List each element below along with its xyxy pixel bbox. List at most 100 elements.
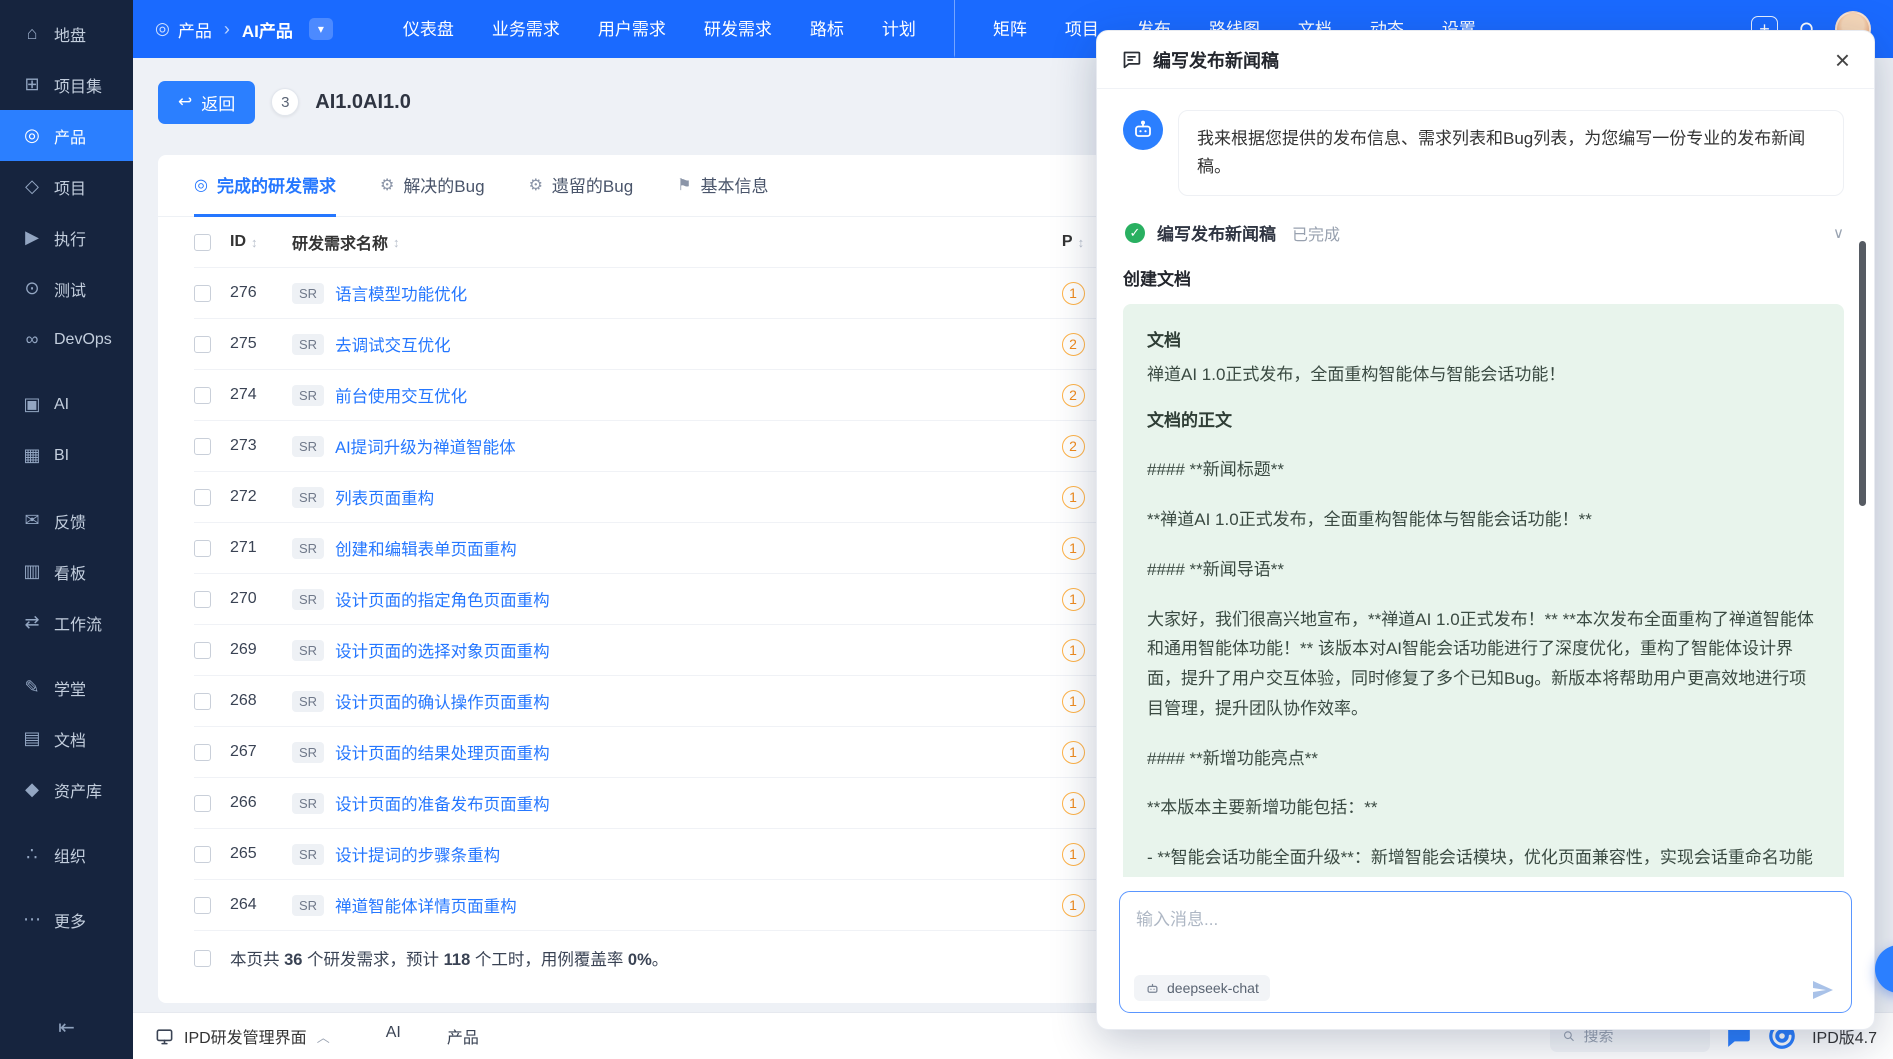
close-icon[interactable]: × — [1835, 47, 1850, 73]
sidebar-item[interactable]: ◆ 资产库 — [0, 764, 133, 815]
sidebar-item[interactable]: ∞ DevOps — [0, 314, 133, 365]
top-nav-item[interactable]: 业务需求 — [492, 0, 560, 58]
summary-checkbox[interactable] — [194, 949, 211, 967]
story-link[interactable]: 设计页面的指定角色页面重构 — [335, 587, 550, 611]
sidebar-item[interactable]: ∴ 组织 — [0, 829, 133, 880]
sidebar-item[interactable]: ⋯ 更多 — [0, 894, 133, 945]
sidebar-item[interactable]: ▤ 文档 — [0, 713, 133, 764]
row-checkbox[interactable] — [194, 641, 211, 659]
sidebar-item[interactable]: ⇄ 工作流 — [0, 597, 133, 648]
bug-icon: ⚙ — [379, 176, 395, 194]
sidebar-item-label: BI — [54, 446, 70, 464]
row-id: 276 — [230, 284, 257, 301]
story-type-badge: SR — [292, 588, 325, 610]
story-type-badge: SR — [292, 435, 325, 457]
row-checkbox[interactable] — [194, 539, 211, 557]
top-nav-item[interactable]: 项目 — [1065, 0, 1099, 58]
top-nav-item[interactable]: 用户需求 — [598, 0, 666, 58]
sidebar-item[interactable]: ▣ AI — [0, 379, 133, 430]
sort-icon[interactable]: ↕ — [251, 235, 258, 250]
chevron-down-icon[interactable]: ∨ — [1833, 224, 1844, 242]
app-switcher[interactable]: IPD研发管理界面 ︿ — [155, 1024, 330, 1048]
row-checkbox[interactable] — [194, 590, 211, 608]
sidebar-item[interactable]: ▥ 看板 — [0, 546, 133, 597]
row-checkbox[interactable] — [194, 386, 211, 404]
story-link[interactable]: 设计提词的步骤条重构 — [335, 842, 500, 866]
top-nav-item[interactable]: 仪表盘 — [403, 0, 454, 58]
back-button[interactable]: ↩ 返回 — [158, 80, 256, 124]
sidebar-item[interactable]: ▶ 执行 — [0, 212, 133, 263]
task-status-row[interactable]: ✓ 编写发布新闻稿 已完成 ∨ — [1123, 220, 1844, 245]
panel-scrollbar[interactable] — [1859, 241, 1866, 506]
story-link[interactable]: 设计页面的结果处理页面重构 — [335, 740, 550, 764]
row-checkbox[interactable] — [194, 335, 211, 353]
row-checkbox[interactable] — [194, 896, 211, 914]
row-checkbox[interactable] — [194, 845, 211, 863]
story-link[interactable]: 禅道智能体详情页面重构 — [335, 893, 517, 917]
story-link[interactable]: AI提词升级为禅道智能体 — [335, 434, 516, 458]
top-nav-item[interactable]: 路标 — [810, 0, 844, 58]
story-type-badge: SR — [292, 282, 325, 304]
more-icon: ⋯ — [23, 909, 41, 929]
row-checkbox[interactable] — [194, 692, 211, 710]
breadcrumb-root[interactable]: 产品 — [178, 17, 212, 42]
row-id: 272 — [230, 488, 257, 505]
sidebar-item[interactable]: ✉ 反馈 — [0, 495, 133, 546]
top-nav-item[interactable]: 计划 — [882, 0, 916, 58]
page-header: ↩ 返回 3 AI1.0AI1.0 — [158, 80, 411, 124]
story-link[interactable]: 设计页面的准备发布页面重构 — [335, 791, 550, 815]
sort-icon[interactable]: ↕ — [393, 235, 400, 250]
column-name: 研发需求名称 — [292, 236, 389, 253]
story-link[interactable]: 语言模型功能优化 — [335, 281, 467, 305]
select-all-checkbox[interactable] — [194, 233, 211, 251]
collapse-sidebar-button[interactable]: ⇤ — [0, 1007, 133, 1047]
story-link[interactable]: 列表页面重构 — [335, 485, 434, 509]
sidebar-item[interactable]: ⊙ 测试 — [0, 263, 133, 314]
sort-icon[interactable]: ↕ — [1078, 235, 1085, 250]
story-link[interactable]: 创建和编辑表单页面重构 — [335, 536, 517, 560]
sidebar-item[interactable]: ✎ 学堂 — [0, 662, 133, 713]
sidebar-item[interactable]: ◇ 项目 — [0, 161, 133, 212]
breadcrumb-current[interactable]: AI产品 — [242, 17, 293, 42]
priority-badge: 1 — [1061, 740, 1085, 764]
doc-paragraph: 大家好，我们很高兴地宣布，**禅道AI 1.0正式发布！** **本次发布全面重… — [1147, 609, 1814, 718]
priority-badge: 1 — [1061, 842, 1085, 866]
sidebar-item[interactable]: ⊞ 项目集 — [0, 59, 133, 110]
top-nav-item[interactable]: 研发需求 — [704, 0, 772, 58]
row-checkbox[interactable] — [194, 743, 211, 761]
model-selector[interactable]: deepseek-chat — [1134, 975, 1270, 1001]
row-checkbox[interactable] — [194, 794, 211, 812]
sidebar-item[interactable]: ⌂ 地盘 — [0, 8, 133, 59]
top-nav-item[interactable]: 矩阵 — [953, 0, 1027, 58]
tab[interactable]: ⚙ 遗留的Bug — [529, 156, 634, 217]
row-checkbox[interactable] — [194, 488, 211, 506]
bottom-breadcrumb-item[interactable]: 产品 — [447, 1024, 479, 1048]
story-link[interactable]: 前台使用交互优化 — [335, 383, 467, 407]
tab[interactable]: ⚑ 基本信息 — [677, 156, 768, 217]
feedback-icon: ✉ — [24, 510, 40, 530]
story-link[interactable]: 去调试交互优化 — [335, 332, 451, 356]
sidebar-item[interactable]: ◎ 产品 — [0, 110, 133, 161]
story-link[interactable]: 设计页面的选择对象页面重构 — [335, 638, 550, 662]
tab[interactable]: ⚙ 解决的Bug — [380, 156, 485, 217]
ai-chat-panel: 编写发布新闻稿 × 我来根据您提供的发布信息、需求列表和Bug列表，为您编写一份… — [1096, 30, 1875, 1030]
qa-icon: ⊙ — [24, 278, 40, 298]
bottom-breadcrumb-item[interactable]: AI — [386, 1024, 401, 1048]
column-id: ID — [230, 233, 246, 250]
send-button[interactable] — [1811, 978, 1835, 1002]
story-type-badge: SR — [292, 741, 325, 763]
search-input[interactable] — [1583, 1027, 1699, 1045]
school-icon: ✎ — [24, 677, 40, 697]
table-row: 265 SR 设计提词的步骤条重构 1 — [194, 829, 1109, 880]
comment-icon — [1123, 51, 1141, 69]
tab[interactable]: ◎ 完成的研发需求 — [194, 156, 336, 217]
ai-icon: ▣ — [23, 394, 41, 414]
row-checkbox[interactable] — [194, 284, 211, 302]
column-p: P — [1061, 233, 1073, 250]
product-switcher-button[interactable]: ▾ — [308, 18, 333, 40]
story-link[interactable]: 设计页面的确认操作页面重构 — [335, 689, 550, 713]
row-checkbox[interactable] — [194, 437, 211, 455]
message-input[interactable] — [1120, 892, 1851, 952]
sidebar-item-label: 工作流 — [54, 616, 103, 634]
sidebar-item[interactable]: ▦ BI — [0, 430, 133, 481]
